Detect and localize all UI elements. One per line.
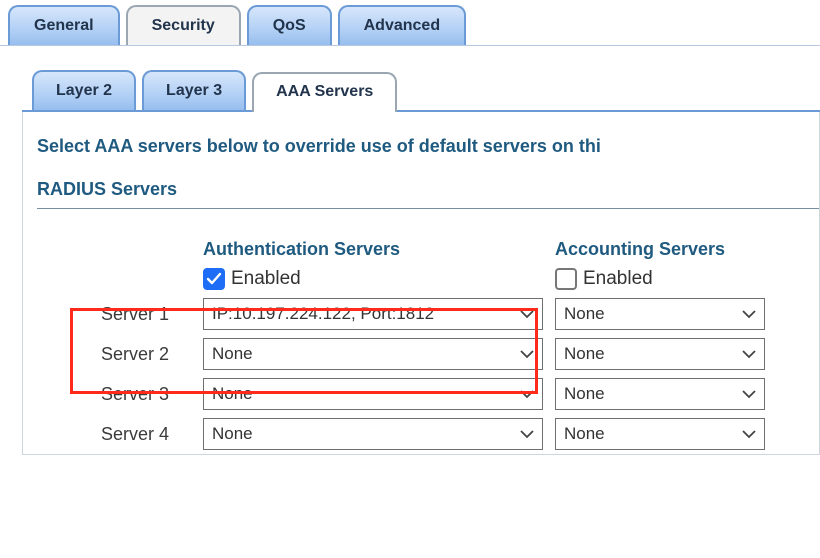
column-header-acct: Accounting Servers xyxy=(549,235,779,264)
top-tabs: General Security QoS Advanced xyxy=(0,0,820,46)
table-row: Server 2 None None xyxy=(37,334,779,374)
tab-advanced[interactable]: Advanced xyxy=(338,5,466,45)
auth-server-3-select[interactable]: None xyxy=(203,378,543,410)
subtab-aaa-servers[interactable]: AAA Servers xyxy=(252,72,397,112)
auth-server-2-select[interactable]: None xyxy=(203,338,543,370)
chevron-down-icon xyxy=(742,349,756,359)
select-value: IP:10.197.224.122, Port:1812 xyxy=(212,304,434,324)
auth-enabled-checkbox[interactable] xyxy=(203,268,225,290)
section-title-radius: RADIUS Servers xyxy=(37,179,819,200)
acct-enabled-label: Enabled xyxy=(583,268,653,290)
server-label: Server 2 xyxy=(37,334,197,374)
chevron-down-icon xyxy=(742,389,756,399)
select-value: None xyxy=(212,424,253,444)
divider xyxy=(37,208,819,209)
acct-enabled-checkbox[interactable] xyxy=(555,268,577,290)
aaa-panel: Select AAA servers below to override use… xyxy=(22,112,820,455)
select-value: None xyxy=(212,384,253,404)
chevron-down-icon xyxy=(520,349,534,359)
tab-general[interactable]: General xyxy=(8,5,120,45)
chevron-down-icon xyxy=(520,389,534,399)
tab-security[interactable]: Security xyxy=(126,5,241,45)
sub-tabs: Layer 2 Layer 3 AAA Servers xyxy=(22,66,820,112)
auth-server-1-select[interactable]: IP:10.197.224.122, Port:1812 xyxy=(203,298,543,330)
instruction-text: Select AAA servers below to override use… xyxy=(37,136,819,157)
subtab-layer2[interactable]: Layer 2 xyxy=(32,70,136,110)
select-value: None xyxy=(564,424,605,444)
servers-table: Authentication Servers Accounting Server… xyxy=(37,235,779,454)
chevron-down-icon xyxy=(520,429,534,439)
chevron-down-icon xyxy=(520,309,534,319)
acct-server-3-select[interactable]: None xyxy=(555,378,765,410)
table-row: Server 1 IP:10.197.224.122, Port:1812 No… xyxy=(37,294,779,334)
checkmark-icon xyxy=(206,271,222,287)
acct-server-1-select[interactable]: None xyxy=(555,298,765,330)
auth-server-4-select[interactable]: None xyxy=(203,418,543,450)
select-value: None xyxy=(212,344,253,364)
column-header-auth: Authentication Servers xyxy=(197,235,549,264)
tab-qos[interactable]: QoS xyxy=(247,5,332,45)
server-label: Server 1 xyxy=(37,294,197,334)
select-value: None xyxy=(564,344,605,364)
server-label: Server 4 xyxy=(37,414,197,454)
chevron-down-icon xyxy=(742,429,756,439)
table-row: Server 3 None None xyxy=(37,374,779,414)
table-row: Server 4 None None xyxy=(37,414,779,454)
acct-server-4-select[interactable]: None xyxy=(555,418,765,450)
chevron-down-icon xyxy=(742,309,756,319)
auth-enabled-label: Enabled xyxy=(231,268,301,290)
select-value: None xyxy=(564,304,605,324)
subtab-layer3[interactable]: Layer 3 xyxy=(142,70,246,110)
acct-server-2-select[interactable]: None xyxy=(555,338,765,370)
select-value: None xyxy=(564,384,605,404)
server-label: Server 3 xyxy=(37,374,197,414)
